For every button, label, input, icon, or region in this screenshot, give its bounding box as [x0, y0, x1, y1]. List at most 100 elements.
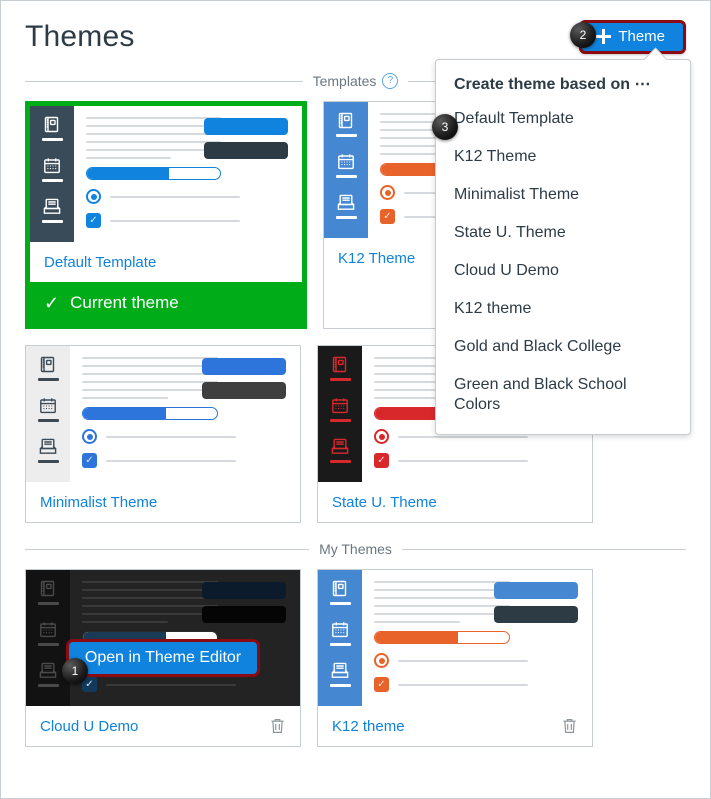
current-theme-label: Current theme	[70, 293, 179, 312]
preview-secondary-button	[204, 142, 288, 159]
preview-sidebar	[324, 102, 368, 238]
trash-icon[interactable]	[561, 717, 578, 735]
nav-underline	[37, 419, 59, 422]
preview-progress-bar	[82, 407, 218, 420]
theme-name-link[interactable]: State U. Theme	[332, 494, 437, 511]
radio-button-icon	[374, 653, 389, 668]
current-theme-banner: ✓ Current theme	[30, 282, 302, 324]
preview-progress-fill	[83, 408, 167, 419]
preview-primary-button	[204, 118, 288, 135]
callout-badge-2: 2	[570, 22, 596, 48]
checkbox-icon: ✓	[380, 209, 395, 224]
preview-checkbox-row: ✓	[82, 453, 288, 468]
nav-underline	[329, 602, 351, 605]
preview-buttons	[494, 582, 578, 630]
dropdown-item-green-and-black-school-colors[interactable]: Green and Black School Colors	[436, 366, 690, 424]
theme-card-footer: K12 theme	[318, 706, 592, 746]
preview-text-lines	[86, 117, 221, 159]
nav-underline	[329, 684, 351, 687]
radio-button-icon	[380, 185, 395, 200]
theme-name-link[interactable]: K12 Theme	[338, 250, 415, 267]
preview-text-lines	[374, 581, 510, 623]
preview-text-lines	[82, 357, 218, 399]
theme-card-cloud-u-demo[interactable]: ✓ Open in Theme Editor Cloud U Demo	[25, 569, 301, 747]
check-icon: ✓	[44, 292, 60, 313]
theme-preview: ✓	[30, 106, 302, 242]
dropdown-item-state-u-theme[interactable]: State U. Theme	[436, 214, 690, 252]
question-mark-icon[interactable]: ?	[382, 73, 399, 89]
theme-preview: ✓	[318, 570, 592, 706]
theme-card-minimalist-theme[interactable]: ✓ Minimalist Theme	[25, 345, 301, 523]
plus-icon	[596, 29, 612, 44]
templates-label-text: Templates	[312, 73, 377, 89]
preview-line	[106, 459, 236, 462]
callout-badge-3: 3	[432, 114, 458, 140]
preview-sidebar	[26, 346, 70, 482]
checkbox-icon: ✓	[86, 213, 101, 228]
theme-name-link[interactable]: Default Template	[44, 254, 156, 271]
radio-button-icon	[82, 429, 97, 444]
divider-line-left	[25, 80, 303, 82]
preview-primary-button	[202, 358, 286, 375]
card-hover-overlay: Open in Theme Editor	[26, 570, 300, 746]
book-icon	[329, 355, 351, 381]
preview-line	[110, 219, 240, 222]
checkbox-icon: ✓	[374, 453, 389, 468]
dropdown-item-cloud-u-demo[interactable]: Cloud U Demo	[436, 252, 690, 290]
inbox-icon	[335, 193, 357, 219]
dropdown-item-default-template[interactable]: Default Template	[436, 100, 690, 138]
nav-underline	[41, 138, 63, 141]
preview-checkbox-row: ✓	[374, 453, 580, 468]
preview-body: ✓	[362, 570, 592, 706]
nav-underline	[335, 216, 357, 219]
preview-line	[398, 659, 528, 662]
checkbox-icon: ✓	[82, 453, 97, 468]
divider-line-right-2	[401, 548, 686, 550]
nav-underline	[37, 378, 59, 381]
calendar-icon	[41, 156, 63, 182]
preview-sidebar	[30, 106, 74, 242]
my-themes-label-text: My Themes	[319, 541, 392, 557]
checkbox-icon: ✓	[374, 677, 389, 692]
radio-button-icon	[374, 429, 389, 444]
theme-card-k12-theme[interactable]: ✓ K12 theme	[317, 569, 593, 747]
page-title: Themes	[25, 20, 135, 53]
add-theme-label: Theme	[618, 28, 665, 45]
preview-body: ✓	[70, 346, 300, 482]
dropdown-item-minimalist-theme[interactable]: Minimalist Theme	[436, 176, 690, 214]
preview-progress-bar	[86, 167, 221, 180]
theme-preview: ✓	[26, 346, 300, 482]
preview-line	[398, 459, 528, 462]
theme-card-footer: Minimalist Theme	[26, 482, 300, 522]
preview-body: ✓	[74, 106, 302, 242]
preview-radio-row	[82, 429, 288, 444]
theme-card-default-template[interactable]: ✓ Default Template ✓ Current theme	[25, 101, 307, 329]
nav-underline	[329, 378, 351, 381]
inbox-icon	[329, 661, 351, 687]
book-icon	[335, 111, 357, 137]
preview-checkbox-row: ✓	[374, 677, 580, 692]
divider-line-left-2	[25, 548, 310, 550]
preview-line	[110, 195, 240, 198]
theme-name-link[interactable]: Minimalist Theme	[40, 494, 157, 511]
theme-card-footer: State U. Theme	[318, 482, 592, 522]
nav-underline	[335, 134, 357, 137]
book-icon	[329, 579, 351, 605]
preview-line	[398, 683, 528, 686]
preview-secondary-button	[494, 606, 578, 623]
nav-underline	[329, 460, 351, 463]
section-divider-my-themes: My Themes	[25, 541, 686, 557]
theme-name-link[interactable]: K12 theme	[332, 718, 405, 735]
open-in-theme-editor-button[interactable]: Open in Theme Editor	[65, 639, 261, 677]
dropdown-item-gold-and-black-college[interactable]: Gold and Black College	[436, 328, 690, 366]
preview-buttons	[204, 118, 288, 166]
calendar-icon	[335, 152, 357, 178]
preview-primary-button	[494, 582, 578, 599]
theme-card-footer: Default Template	[30, 242, 302, 282]
calendar-icon	[329, 396, 351, 422]
dropdown-item-k12-theme[interactable]: K12 Theme	[436, 138, 690, 176]
nav-underline	[329, 643, 351, 646]
divider-label-my-themes: My Themes	[319, 541, 392, 557]
dropdown-item-k12-theme[interactable]: K12 theme	[436, 290, 690, 328]
radio-button-icon	[86, 189, 101, 204]
